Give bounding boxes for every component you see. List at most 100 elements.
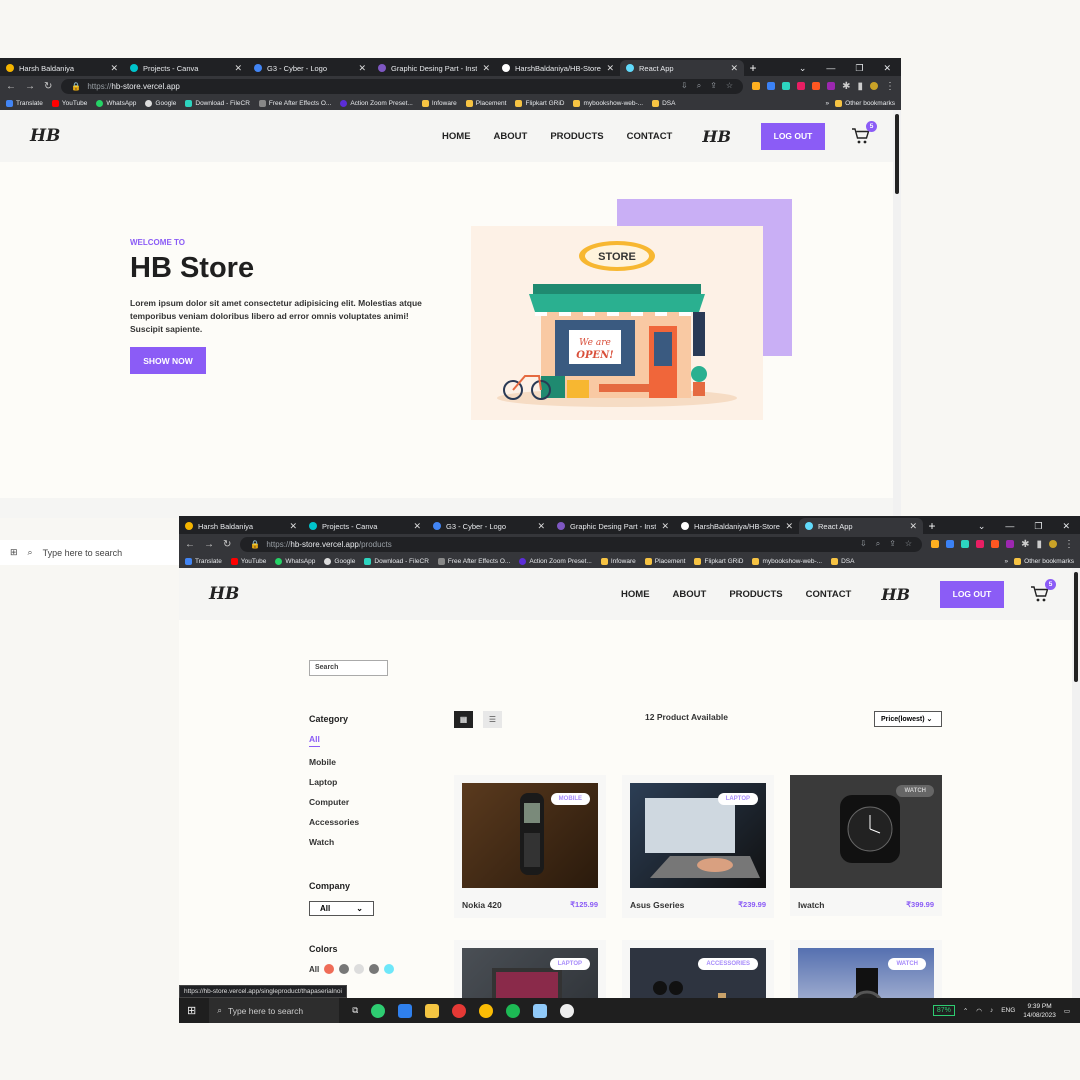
bookmark[interactable]: Google	[324, 557, 355, 565]
extension-icon[interactable]	[782, 82, 791, 90]
tab-0[interactable]: Harsh Baldaniya ✕	[0, 60, 124, 76]
menu-dots-icon[interactable]: ⋮	[885, 81, 895, 92]
category-accessories[interactable]: Accessories	[309, 817, 419, 827]
search-input[interactable]: Search	[309, 660, 388, 676]
extension-icon[interactable]	[827, 82, 836, 90]
app-icon[interactable]	[560, 1003, 575, 1018]
url-field[interactable]: 🔒 https://hb-store.vercel.app/products ⇩ ⌕ ⇪…	[240, 536, 923, 552]
product-card[interactable]: LAPTOP Asus Gseries ₹239.99	[622, 775, 774, 918]
back-icon[interactable]: ←	[6, 81, 16, 92]
close-icon[interactable]: ✕	[110, 63, 118, 74]
tab-2[interactable]: G3 - Cyber - Logo ✕	[427, 518, 551, 534]
tab-3[interactable]: Graphic Desing Part - Insta ✕	[372, 60, 496, 76]
close-icon[interactable]: ✕	[358, 63, 366, 74]
tab-5-active[interactable]: React App ✕	[799, 518, 923, 534]
other-bookmarks[interactable]: Other bookmarks	[1014, 557, 1074, 565]
scrollbar[interactable]	[1072, 568, 1080, 1023]
back-icon[interactable]: ←	[185, 539, 195, 550]
clock[interactable]: 9:39 PM 14/08/2023	[1023, 1002, 1056, 1020]
bookmark-folder[interactable]: Infoware	[600, 557, 636, 565]
scrollbar-thumb[interactable]	[1074, 572, 1078, 682]
minimize-icon[interactable]: —	[826, 60, 835, 76]
close-window-icon[interactable]: ✕	[883, 60, 891, 76]
edge-icon[interactable]	[371, 1003, 386, 1018]
tab-2[interactable]: G3 - Cyber - Logo ✕	[248, 60, 372, 76]
taskbar-search[interactable]: ⌕ Type here to search	[209, 998, 340, 1023]
nav-contact[interactable]: CONTACT	[627, 131, 673, 142]
close-icon[interactable]: ✕	[234, 63, 242, 74]
bookmark-folder[interactable]: mybookshow-web-...	[752, 557, 822, 565]
bookmark-folder[interactable]: Placement	[644, 557, 685, 565]
extension-icon[interactable]	[752, 82, 761, 90]
url-field[interactable]: 🔒 https://hb-store.vercel.app ⇩ ⌕ ⇪ ☆	[61, 78, 744, 94]
chevron-down-icon[interactable]: ⌄	[799, 60, 807, 76]
avatar[interactable]	[1049, 540, 1057, 548]
share-icon[interactable]: ⇪	[889, 539, 896, 549]
nav-about[interactable]: ABOUT	[673, 589, 707, 600]
bookmark[interactable]: Action Zoom Preset...	[340, 99, 413, 107]
language-indicator[interactable]: ENG	[1001, 1007, 1015, 1014]
notification-icon[interactable]: ▭	[1064, 1007, 1070, 1015]
bookmark[interactable]: YouTube	[230, 557, 266, 565]
battery-indicator[interactable]: 87%	[932, 1005, 955, 1016]
bookmark[interactable]: WhatsApp	[96, 99, 136, 107]
extension-icon[interactable]	[1006, 540, 1015, 548]
bookmark-folder[interactable]: Flipkart GRiD	[694, 557, 743, 565]
extension-icon[interactable]	[767, 82, 776, 90]
install-icon[interactable]: ⇩	[681, 81, 688, 91]
chevron-up-icon[interactable]: ⌃	[963, 1007, 968, 1015]
bookmark-folder[interactable]: Placement	[465, 99, 506, 107]
extension-icon[interactable]	[946, 540, 955, 548]
extension-icon[interactable]	[931, 540, 940, 548]
bookmark[interactable]: Google	[145, 99, 176, 107]
task-view-icon[interactable]: ⧉	[352, 1005, 358, 1016]
spotify-icon[interactable]	[506, 1003, 521, 1018]
category-mobile[interactable]: Mobile	[309, 757, 419, 767]
minimize-icon[interactable]: —	[1005, 518, 1014, 534]
windows-start-icon[interactable]: ⊞	[10, 547, 18, 558]
file-explorer-icon[interactable]	[425, 1003, 440, 1018]
site-logo[interactable]: HB	[30, 126, 60, 146]
avatar[interactable]	[870, 82, 878, 90]
forward-icon[interactable]: →	[204, 539, 214, 550]
star-icon[interactable]: ☆	[726, 81, 733, 91]
category-laptop[interactable]: Laptop	[309, 777, 419, 787]
nav-about[interactable]: ABOUT	[494, 131, 528, 142]
new-tab-button[interactable]: +	[744, 60, 762, 76]
close-icon[interactable]: ✕	[661, 521, 669, 532]
color-swatch-gray[interactable]	[339, 964, 350, 974]
tab-3[interactable]: Graphic Desing Part - Insta ✕	[551, 518, 675, 534]
site-logo[interactable]: HB	[209, 584, 239, 604]
cart-button[interactable]: 5	[1030, 579, 1056, 603]
tab-1[interactable]: Projects - Canva ✕	[303, 518, 427, 534]
other-bookmarks[interactable]: Other bookmarks	[835, 99, 895, 107]
category-computer[interactable]: Computer	[309, 797, 419, 807]
company-select[interactable]: All ⌄	[309, 901, 374, 916]
notepad-icon[interactable]	[533, 1003, 548, 1018]
nav-contact[interactable]: CONTACT	[806, 589, 852, 600]
close-icon[interactable]: ✕	[909, 521, 917, 532]
bookmark-folder[interactable]: Infoware	[421, 99, 457, 107]
nav-home[interactable]: HOME	[442, 131, 471, 142]
tab-4[interactable]: HarshBaldaniya/HB-Store ✕	[496, 60, 620, 76]
nav-home[interactable]: HOME	[621, 589, 650, 600]
bookmark[interactable]: Translate	[6, 99, 43, 107]
category-all[interactable]: All	[309, 734, 320, 747]
color-swatch-darkgray[interactable]	[369, 964, 380, 974]
tab-1[interactable]: Projects - Canva ✕	[124, 60, 248, 76]
bookmark[interactable]: Free After Effects O...	[437, 557, 510, 565]
scrollbar-thumb[interactable]	[895, 114, 899, 194]
reload-icon[interactable]: ↻	[223, 539, 231, 550]
windows-start-icon[interactable]: ⊞	[187, 1004, 196, 1017]
new-tab-button[interactable]: +	[923, 518, 941, 534]
tab-0[interactable]: Harsh Baldaniya ✕	[179, 518, 303, 534]
volume-icon[interactable]: ♪	[990, 1007, 993, 1014]
close-icon[interactable]: ✕	[413, 521, 421, 532]
close-window-icon[interactable]: ✕	[1062, 518, 1070, 534]
logout-button[interactable]: LOG OUT	[940, 580, 1004, 608]
close-icon[interactable]: ✕	[606, 63, 614, 74]
bookmark[interactable]: WhatsApp	[275, 557, 315, 565]
vscode-icon[interactable]	[398, 1003, 413, 1018]
sidepanel-icon[interactable]: ▮	[857, 81, 863, 92]
cart-button[interactable]: 5	[851, 121, 877, 145]
